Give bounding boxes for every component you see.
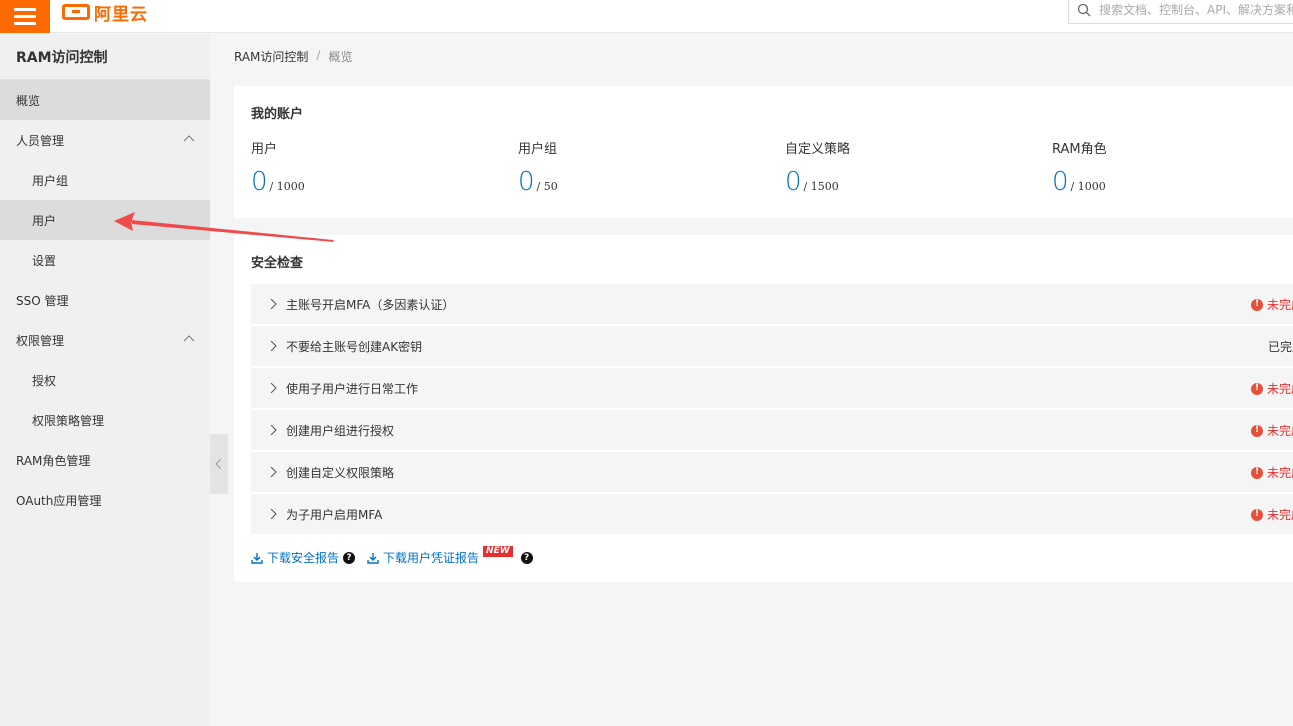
warning-icon: ! (1251, 382, 1263, 395)
sidebar-item-ram-roles[interactable]: RAM角色管理 (0, 440, 210, 480)
stat-user-groups: 用户组 0/ 50 (518, 142, 558, 197)
security-item-subuser-mfa[interactable]: 为子用户启用MFA !未完成 (251, 494, 1293, 534)
top-bar: 阿里云 (0, 0, 1293, 33)
my-account-title: 我的账户 (251, 107, 304, 122)
chevron-left-icon (215, 458, 222, 470)
sidebar-item-sso[interactable]: SSO 管理 (0, 280, 210, 320)
chevron-right-icon (270, 425, 277, 435)
download-icon (251, 552, 263, 564)
status-badge: !未完成 (1251, 296, 1293, 313)
stat-custom-policies: 自定义策略 0/ 1500 (785, 142, 851, 197)
sidebar-item-people-management[interactable]: 人员管理 (0, 120, 210, 160)
sidebar-item-users[interactable]: 用户 (0, 200, 210, 240)
sidebar-item-settings[interactable]: 设置 (0, 240, 210, 280)
sidebar: RAM访问控制 概览 人员管理 用户组 用户 设置 SSO 管理 权限管理 授权… (0, 34, 210, 726)
security-item-use-subusers[interactable]: 使用子用户进行日常工作 !未完成 (251, 368, 1293, 408)
sidebar-item-oauth-apps[interactable]: OAuth应用管理 (0, 480, 210, 520)
chevron-right-icon (270, 509, 277, 519)
hamburger-menu-button[interactable] (0, 0, 50, 33)
breadcrumb-root[interactable]: RAM访问控制 (234, 48, 308, 65)
stat-ram-roles-count[interactable]: 0 (1052, 169, 1069, 195)
chevron-right-icon (270, 341, 277, 351)
search-icon (1077, 3, 1091, 17)
report-links: 下载安全报告 ? 下载用户凭证报告 NEW ? (251, 546, 533, 566)
status-badge: !未完成 (1251, 380, 1293, 397)
breadcrumb-separator: / (316, 48, 321, 62)
status-badge: !未完成 (1251, 464, 1293, 481)
warning-icon: ! (1251, 424, 1263, 437)
download-security-report-link[interactable]: 下载安全报告 (251, 549, 339, 566)
sidebar-title: RAM访问控制 (0, 34, 210, 80)
stat-users-count[interactable]: 0 (251, 169, 268, 195)
help-icon[interactable]: ? (343, 551, 356, 564)
aliyun-logo[interactable]: 阿里云 (62, 2, 148, 25)
stat-users: 用户 0/ 1000 (251, 142, 305, 197)
stat-ram-roles: RAM角色 0/ 1000 (1052, 142, 1107, 197)
security-item-no-root-ak[interactable]: 不要给主账号创建AK密钥 已完成 (251, 326, 1293, 366)
warning-icon: ! (1251, 508, 1263, 521)
sidebar-item-grants[interactable]: 授权 (0, 360, 210, 400)
breadcrumb: RAM访问控制 / 概览 (234, 48, 352, 65)
logo-text: 阿里云 (94, 4, 148, 25)
sidebar-item-user-groups[interactable]: 用户组 (0, 160, 210, 200)
new-badge: NEW (483, 546, 513, 557)
search-input[interactable] (1099, 3, 1293, 17)
warning-icon: ! (1251, 298, 1263, 311)
status-badge: 已完成 (1268, 340, 1293, 354)
status-badge: !未完成 (1251, 506, 1293, 523)
chevron-right-icon (270, 467, 277, 477)
breadcrumb-current: 概览 (328, 50, 353, 64)
help-icon[interactable]: ? (520, 551, 533, 564)
download-credential-report-link[interactable]: 下载用户凭证报告 (367, 549, 479, 566)
status-badge: !未完成 (1251, 422, 1293, 439)
security-item-group-authorization[interactable]: 创建用户组进行授权 !未完成 (251, 410, 1293, 450)
chevron-right-icon (270, 299, 277, 309)
sidebar-item-policies[interactable]: 权限策略管理 (0, 400, 210, 440)
sidebar-item-overview[interactable]: 概览 (0, 80, 210, 120)
sidebar-item-permission-management[interactable]: 权限管理 (0, 320, 210, 360)
chevron-right-icon (270, 383, 277, 393)
warning-icon: ! (1251, 466, 1263, 479)
stat-custom-policies-count[interactable]: 0 (785, 169, 802, 195)
security-check-card: 安全检查 主账号开启MFA（多因素认证） !未完成 不要给主账号创建AK密钥 已… (234, 235, 1293, 582)
my-account-card: 我的账户 用户 0/ 1000 用户组 0/ 50 自定义策略 0/ 1500 … (234, 86, 1293, 218)
hamburger-menu-icon (14, 8, 36, 11)
security-item-root-mfa[interactable]: 主账号开启MFA（多因素认证） !未完成 (251, 284, 1293, 324)
stat-user-groups-count[interactable]: 0 (518, 169, 535, 195)
global-search[interactable] (1068, 0, 1293, 24)
chevron-up-icon (184, 335, 194, 342)
aliyun-logo-icon (62, 4, 90, 20)
download-icon (367, 552, 379, 564)
chevron-up-icon (184, 135, 194, 142)
security-item-custom-policies[interactable]: 创建自定义权限策略 !未完成 (251, 452, 1293, 492)
sidebar-collapse-button[interactable] (210, 434, 228, 494)
security-check-title: 安全检查 (251, 256, 304, 271)
